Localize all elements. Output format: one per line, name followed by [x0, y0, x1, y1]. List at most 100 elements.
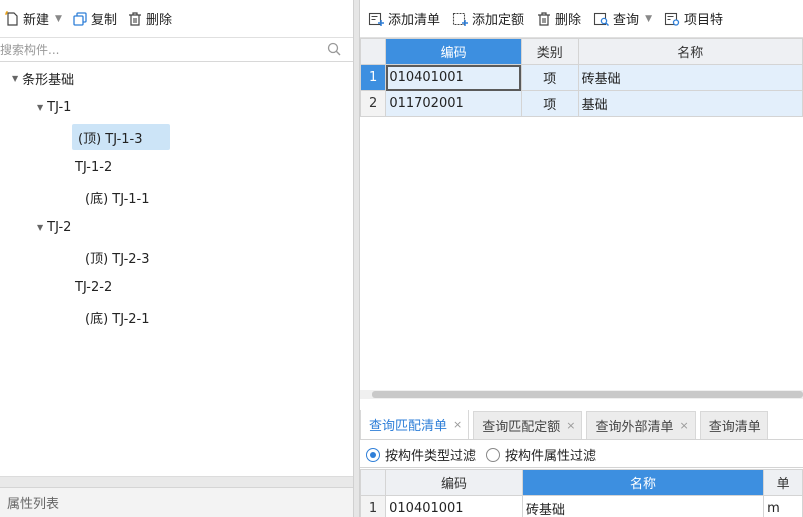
caret-down-icon[interactable]: ▼	[37, 223, 43, 232]
close-icon[interactable]: ×	[566, 419, 575, 432]
tree-node-label: TJ-1-2	[75, 159, 113, 175]
query-label: 查询	[613, 13, 640, 28]
add-list-button[interactable]: 添加清单	[366, 5, 450, 33]
tab-label: 查询外部清单	[595, 420, 674, 435]
delete-button-label: 删除	[145, 13, 172, 28]
search-input[interactable]	[0, 38, 320, 61]
column-header-name[interactable]: 名称	[577, 38, 803, 65]
tree-node-label: (顶) TJ-1-3	[78, 131, 143, 147]
item-feature-button[interactable]: 项目特	[662, 5, 733, 33]
vertical-splitter[interactable]	[353, 0, 360, 517]
right-toolbar: 添加清单 添加定额 删除 查询 ▼ 项目特	[360, 0, 803, 38]
cell-code[interactable]: 010401001	[385, 64, 522, 91]
column-header-code[interactable]: 编码	[385, 38, 522, 65]
component-panel: 新建 ▼ 复制 删除 ▼ 条形基础	[0, 0, 353, 517]
tree-node-tj2[interactable]: ▼ TJ-2	[37, 214, 71, 240]
tree-node-tj1[interactable]: ▼ TJ-1	[37, 94, 71, 120]
tree-node-tj2-3[interactable]: (顶) TJ-2-3	[85, 244, 150, 270]
tree-node-tj2-2[interactable]: TJ-2-2	[75, 274, 112, 300]
search-icon[interactable]	[327, 42, 341, 56]
cell-name[interactable]: 砖基础	[521, 495, 765, 517]
tab-external-list[interactable]: 查询外部清单 ×	[586, 411, 696, 439]
query-button[interactable]: 查询 ▼	[591, 5, 662, 33]
right-delete-label: 删除	[555, 13, 582, 28]
tree-node-tj1-3[interactable]: (顶) TJ-1-3	[72, 124, 170, 150]
filter-by-type-radio[interactable]: 按构件类型过滤	[366, 445, 476, 464]
filter-options: 按构件类型过滤 按构件属性过滤	[360, 442, 803, 468]
close-icon[interactable]: ×	[453, 418, 462, 431]
tab-label: 查询匹配定额	[482, 420, 561, 435]
grid-corner[interactable]	[359, 469, 387, 496]
horizontal-splitter[interactable]	[0, 477, 353, 488]
trash-icon	[128, 11, 141, 26]
add-quota-icon	[452, 12, 469, 26]
property-panel: 属性列表	[0, 476, 353, 517]
match-grid: 编码 名称 单 1 010401001 砖基础 m	[359, 469, 803, 517]
tree-node-tj1-2[interactable]: TJ-1-2	[75, 154, 112, 180]
radio-selected-icon[interactable]	[366, 447, 380, 462]
tab-query-list[interactable]: 查询清单	[699, 411, 768, 439]
table-row[interactable]: 1 010401001 砖基础 m	[359, 495, 803, 517]
tree-node-tj1-1[interactable]: (底) TJ-1-1	[85, 184, 150, 210]
add-quota-label: 添加定额	[472, 13, 525, 28]
tree-node-label: (底) TJ-2-1	[85, 311, 150, 327]
cell-code[interactable]: 010401001	[385, 495, 523, 517]
tab-label: 查询匹配清单	[369, 419, 448, 434]
new-button[interactable]: 新建 ▼	[2, 5, 70, 33]
copy-icon	[73, 11, 87, 26]
tree-node-label: 条形基础	[22, 72, 75, 88]
search-bar	[0, 38, 353, 62]
right-delete-button[interactable]: 删除	[534, 5, 591, 33]
tree-node-label: (底) TJ-1-1	[85, 191, 150, 207]
list-grid: 编码 类别 名称 1 010401001 项 砖基础 2 011702001 项…	[359, 38, 803, 117]
copy-button[interactable]: 复制	[70, 5, 125, 33]
tree-node-label: TJ-2	[47, 219, 72, 235]
tree-node-label: TJ-1	[47, 99, 72, 115]
column-header-name[interactable]: 名称	[521, 469, 765, 496]
tab-match-list[interactable]: 查询匹配清单 ×	[360, 410, 470, 439]
caret-down-icon[interactable]: ▼	[37, 103, 43, 112]
cell-category[interactable]: 项	[520, 90, 579, 117]
row-number[interactable]: 1	[359, 64, 387, 91]
horizontal-scrollbar[interactable]	[360, 390, 803, 399]
cell-code[interactable]: 011702001	[385, 90, 522, 117]
tree-node-label: TJ-2-2	[75, 279, 113, 295]
radio-label: 按构件类型过滤	[385, 449, 477, 464]
radio-label: 按构件属性过滤	[505, 449, 597, 464]
copy-button-label: 复制	[90, 13, 117, 28]
column-header-unit[interactable]: 单	[763, 469, 803, 496]
query-tabs: 查询匹配清单 × 查询匹配定额 × 查询外部清单 × 查询清单	[360, 410, 803, 440]
add-list-label: 添加清单	[388, 13, 441, 28]
filter-by-attr-radio[interactable]: 按构件属性过滤	[486, 445, 596, 464]
cell-name[interactable]: 基础	[577, 90, 803, 117]
tab-match-quota[interactable]: 查询匹配定额 ×	[473, 411, 583, 439]
grid-corner[interactable]	[359, 38, 387, 65]
radio-unselected-icon[interactable]	[486, 447, 501, 462]
item-feature-label: 项目特	[683, 13, 723, 28]
cell-unit[interactable]: m	[763, 495, 803, 517]
caret-down-icon[interactable]: ▼	[12, 74, 18, 83]
new-button-label: 新建	[23, 13, 50, 28]
add-list-icon	[368, 12, 384, 26]
table-row[interactable]: 2 011702001 项 基础	[359, 90, 803, 117]
trash-icon	[538, 11, 551, 26]
table-row[interactable]: 1 010401001 项 砖基础	[359, 64, 803, 91]
column-header-code[interactable]: 编码	[385, 469, 523, 496]
close-icon[interactable]: ×	[679, 419, 688, 432]
cell-name[interactable]: 砖基础	[577, 64, 803, 91]
tree-node-tj2-1[interactable]: (底) TJ-2-1	[85, 304, 150, 330]
tree-node-label: (顶) TJ-2-3	[85, 251, 150, 267]
row-number[interactable]: 2	[359, 90, 387, 117]
cell-category[interactable]: 项	[520, 64, 579, 91]
tree-node-root[interactable]: ▼ 条形基础	[12, 65, 74, 91]
row-number[interactable]: 1	[359, 495, 387, 517]
new-file-icon	[5, 10, 18, 26]
scrollbar-thumb[interactable]	[372, 391, 803, 398]
column-header-category[interactable]: 类别	[520, 38, 579, 65]
delete-button[interactable]: 删除	[125, 5, 180, 33]
property-panel-title[interactable]: 属性列表	[7, 493, 59, 512]
add-quota-button[interactable]: 添加定额	[450, 5, 534, 33]
left-toolbar: 新建 ▼ 复制 删除	[0, 0, 353, 38]
chevron-down-icon[interactable]: ▼	[55, 14, 62, 24]
chevron-down-icon[interactable]: ▼	[645, 14, 652, 24]
